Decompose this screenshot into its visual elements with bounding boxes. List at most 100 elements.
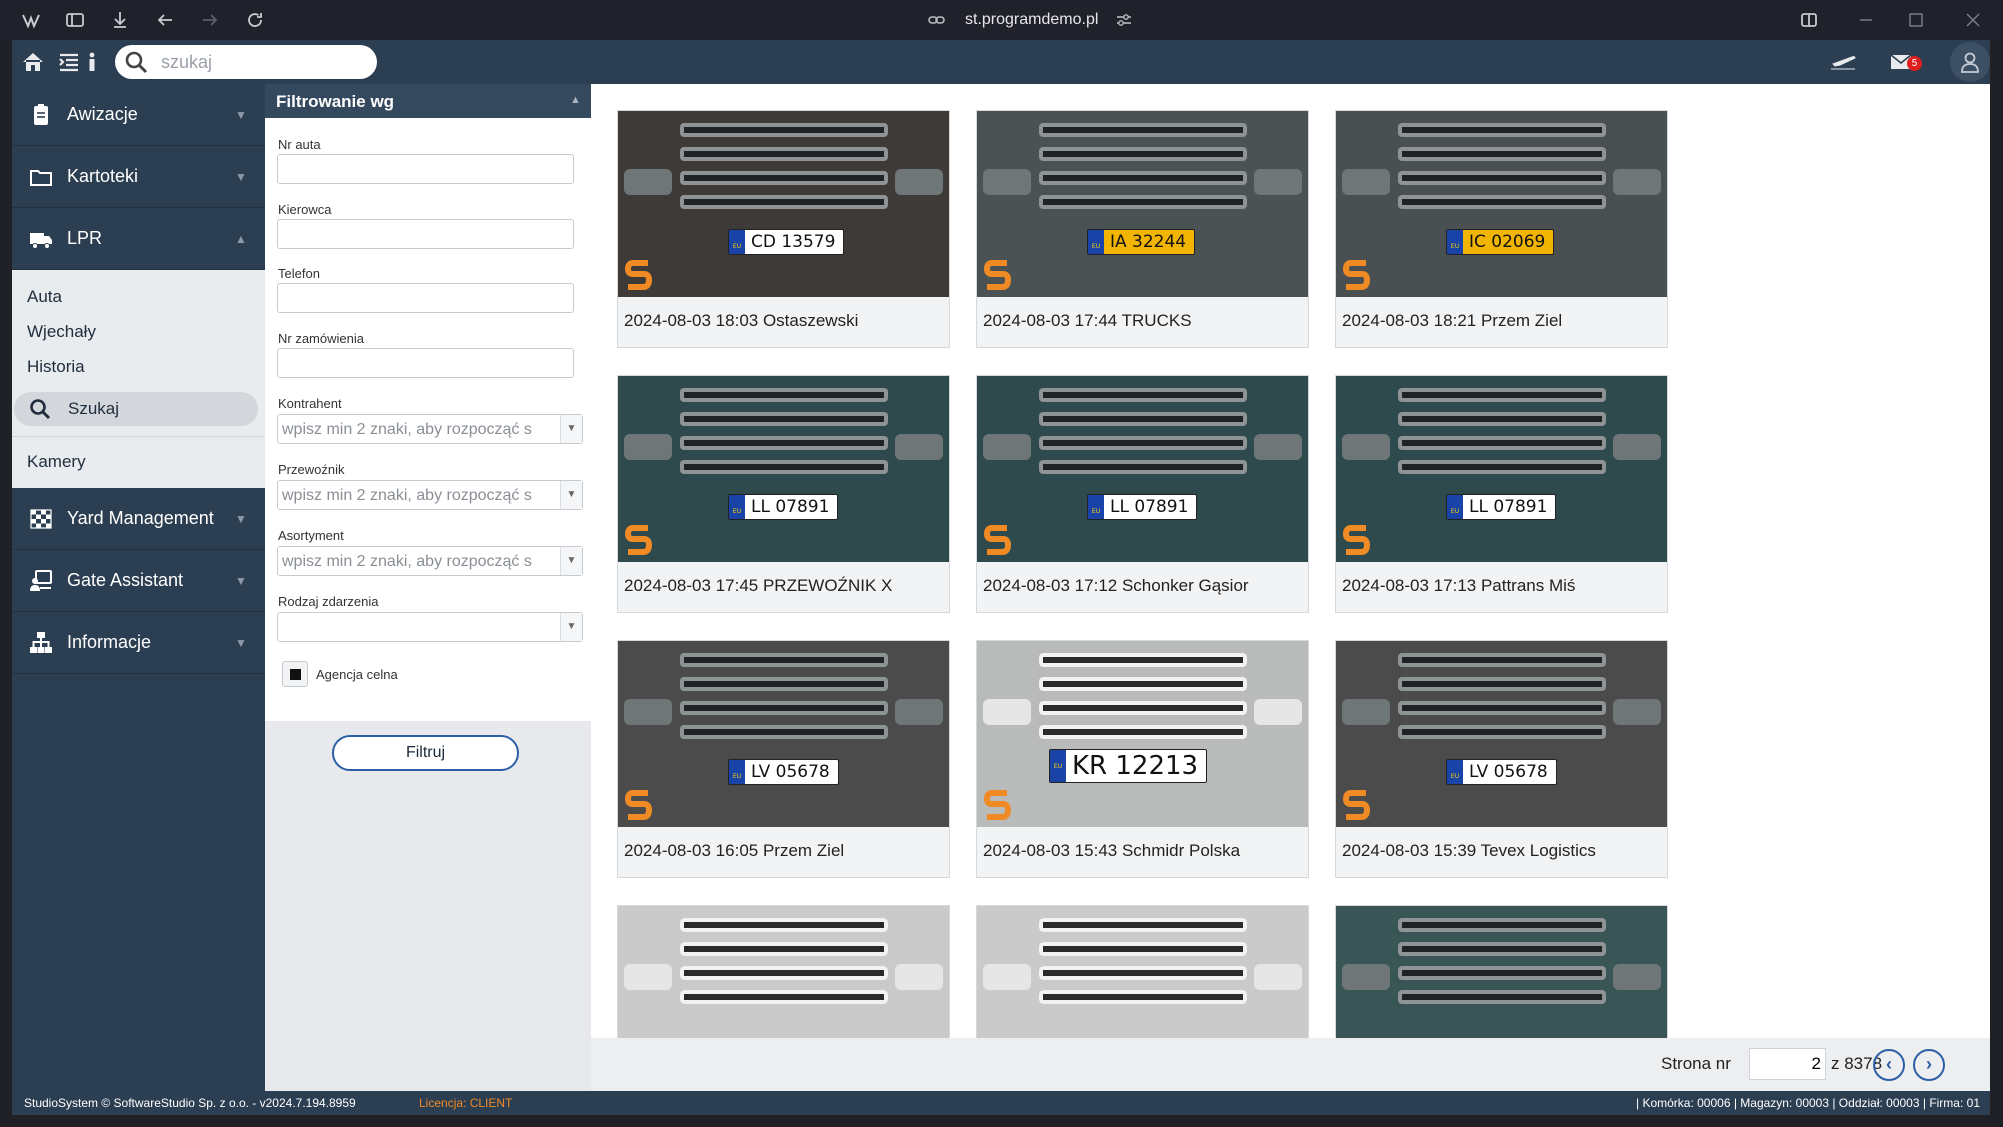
nr-zamowienia-input[interactable] xyxy=(277,348,574,378)
minimize-icon[interactable] xyxy=(1855,9,1877,31)
grille-bar xyxy=(680,990,888,1004)
truck-photo[interactable]: EU LL 07891 xyxy=(618,376,949,562)
grille-bar xyxy=(1039,990,1247,1004)
truck-photo[interactable]: EU KR 12213 xyxy=(977,641,1308,827)
license-plate: EU LL 07891 xyxy=(1087,494,1198,520)
headlight xyxy=(895,964,943,990)
result-card[interactable]: EU LV 05678 2024-08-03 16:05 Przem Ziel xyxy=(617,640,950,878)
sidebar-item-lpr[interactable]: LPR ▲ xyxy=(12,208,265,270)
dropdown-arrow-icon[interactable]: ▼ xyxy=(560,415,582,443)
result-card[interactable]: EUPOZ 0123E xyxy=(617,905,950,1038)
przewoznik-select[interactable]: wpisz min 2 znaki, aby rozpocząć s ▼ xyxy=(277,480,583,510)
sidebar-toggle-icon[interactable] xyxy=(64,9,86,31)
search-input[interactable] xyxy=(161,50,361,74)
agencja-celna-checkbox[interactable] xyxy=(282,661,308,687)
chevron-up-icon[interactable]: ▲ xyxy=(570,94,581,106)
next-page-button[interactable]: › xyxy=(1913,1049,1945,1081)
telefon-input[interactable] xyxy=(277,283,574,313)
filter-button[interactable]: Filtruj xyxy=(332,735,519,771)
submenu-item-wjechaly[interactable]: Wjechały xyxy=(27,322,96,342)
back-icon[interactable] xyxy=(154,9,176,31)
chevron-down-icon[interactable]: ▼ xyxy=(234,108,248,122)
home-icon[interactable] xyxy=(20,49,46,75)
result-card[interactable]: EU KR 12213 2024-08-03 15:43 Schmidr Polsk… xyxy=(976,640,1309,878)
chevron-down-icon[interactable]: ▼ xyxy=(234,512,248,526)
label-asortyment: Asortyment xyxy=(278,528,344,543)
chevron-up-icon[interactable]: ▲ xyxy=(234,232,248,246)
result-card[interactable]: EU LL 07891 2024-08-03 17:13 Pattrans Miś xyxy=(1335,375,1668,613)
submenu-item-kamery[interactable]: Kamery xyxy=(27,452,86,472)
kontrahent-select[interactable]: wpisz min 2 znaki, aby rozpocząć s ▼ xyxy=(277,414,583,444)
sidebar-item-awizacje[interactable]: Awizacje ▼ xyxy=(12,84,265,146)
headlight xyxy=(1342,169,1390,195)
result-card[interactable]: EU CD 13579 2024-08-03 18:03 Ostaszewski xyxy=(617,110,950,348)
maximize-icon[interactable] xyxy=(1905,9,1927,31)
result-card[interactable]: EU LL 07891 2024-08-03 17:12 Schonker Gąsi… xyxy=(976,375,1309,613)
reload-icon[interactable] xyxy=(244,9,266,31)
truck-photo[interactable]: EU LL 07891 xyxy=(1336,376,1667,562)
menu-collapse-icon[interactable] xyxy=(56,49,82,75)
truck-photo[interactable]: EU IC 02069 xyxy=(1336,111,1667,297)
truck-photo[interactable]: EU CD 13579 xyxy=(618,111,949,297)
truck-photo[interactable]: EU IA 32244 xyxy=(977,111,1308,297)
global-search[interactable] xyxy=(115,45,377,79)
results-grid[interactable]: EU CD 13579 2024-08-03 18:03 Ostaszewski EU… xyxy=(591,84,1990,1038)
result-card[interactable]: EU LV 05678 2024-08-03 15:39 Tevex Logisti… xyxy=(1335,640,1668,878)
dropdown-arrow-icon[interactable]: ▼ xyxy=(560,547,582,575)
result-card[interactable]: EUCH 05400 xyxy=(1335,905,1668,1038)
address-bar[interactable]: st.programdemo.pl xyxy=(920,8,1150,32)
rodzaj-zdarzenia-select[interactable]: ▼ xyxy=(277,612,583,642)
submenu-item-historia[interactable]: Historia xyxy=(27,357,85,377)
sidebar: Awizacje ▼ Kartoteki ▼ LPR ▲ Auta Wjecha… xyxy=(12,84,265,1091)
truck-photo[interactable]: EUPOZ 0123E xyxy=(618,906,949,1038)
plane-takeoff-icon[interactable] xyxy=(1828,49,1858,75)
sidebar-item-yard-management[interactable]: Yard Management ▼ xyxy=(12,488,265,550)
browser-logo-icon[interactable] xyxy=(20,9,42,31)
plate-text: IA 32244 xyxy=(1110,232,1187,252)
result-card[interactable]: EUWA 234A xyxy=(976,905,1309,1038)
prev-page-button[interactable]: ‹ xyxy=(1873,1049,1905,1081)
page-label: Strona nr xyxy=(1661,1054,1731,1073)
result-card[interactable]: EU IA 32244 2024-08-03 17:44 TRUCKS xyxy=(976,110,1309,348)
chevron-down-icon[interactable]: ▼ xyxy=(234,574,248,588)
truck-photo[interactable]: EUWA 234A xyxy=(977,906,1308,1038)
kierowca-input[interactable] xyxy=(277,219,574,249)
truck-photo[interactable]: EU LL 07891 xyxy=(977,376,1308,562)
page-number-input[interactable] xyxy=(1749,1048,1826,1080)
truck-photo[interactable]: EU LV 05678 xyxy=(1336,641,1667,827)
sidebar-item-gate-assistant[interactable]: Gate Assistant ▼ xyxy=(12,550,265,612)
grille-bar xyxy=(1039,147,1247,161)
chevron-down-icon[interactable]: ▼ xyxy=(234,170,248,184)
result-card[interactable]: EU IC 02069 2024-08-03 18:21 Przem Ziel xyxy=(1335,110,1668,348)
filter-panel-header[interactable]: Filtrowanie wg ▲ xyxy=(265,84,591,118)
eu-flag-icon: EU xyxy=(1447,495,1463,519)
info-icon[interactable] xyxy=(84,49,100,75)
result-card[interactable]: EU LL 07891 2024-08-03 17:45 PRZEWOŹNIK X xyxy=(617,375,950,613)
dropdown-arrow-icon[interactable]: ▼ xyxy=(560,613,582,641)
submenu-item-szukaj[interactable]: Szukaj xyxy=(14,392,258,426)
license-plate: EU LL 07891 xyxy=(1446,494,1557,520)
sidebar-item-informacje[interactable]: Informacje ▼ xyxy=(12,612,265,674)
chevron-down-icon[interactable]: ▼ xyxy=(234,636,248,650)
submenu-item-label: Szukaj xyxy=(68,399,120,418)
truck-photo[interactable]: EUCH 05400 xyxy=(1336,906,1667,1038)
eu-flag-icon: EU xyxy=(1088,230,1104,254)
site-settings-icon[interactable] xyxy=(1115,8,1133,40)
agencja-celna-label: Agencja celna xyxy=(316,667,398,682)
close-icon[interactable] xyxy=(1962,9,1984,31)
truck-photo[interactable]: EU LV 05678 xyxy=(618,641,949,827)
dropdown-arrow-icon[interactable]: ▼ xyxy=(560,481,582,509)
results-area: EU CD 13579 2024-08-03 18:03 Ostaszewski EU… xyxy=(591,84,1990,1038)
sidebar-item-kartoteki[interactable]: Kartoteki ▼ xyxy=(12,146,265,208)
download-icon[interactable] xyxy=(109,9,131,31)
asortyment-select[interactable]: wpisz min 2 znaki, aby rozpocząć s ▼ xyxy=(277,546,583,576)
license-text: Licencja: CLIENT xyxy=(419,1096,513,1110)
grille-bar xyxy=(1039,171,1247,185)
eu-flag-icon: EU xyxy=(1088,495,1104,519)
nr-auta-input[interactable] xyxy=(277,154,574,184)
forward-icon[interactable] xyxy=(199,9,221,31)
split-view-icon[interactable] xyxy=(1798,9,1820,31)
submenu-item-auta[interactable]: Auta xyxy=(27,287,62,307)
url-text: st.programdemo.pl xyxy=(965,11,1099,28)
user-account-button[interactable] xyxy=(1950,42,1990,82)
